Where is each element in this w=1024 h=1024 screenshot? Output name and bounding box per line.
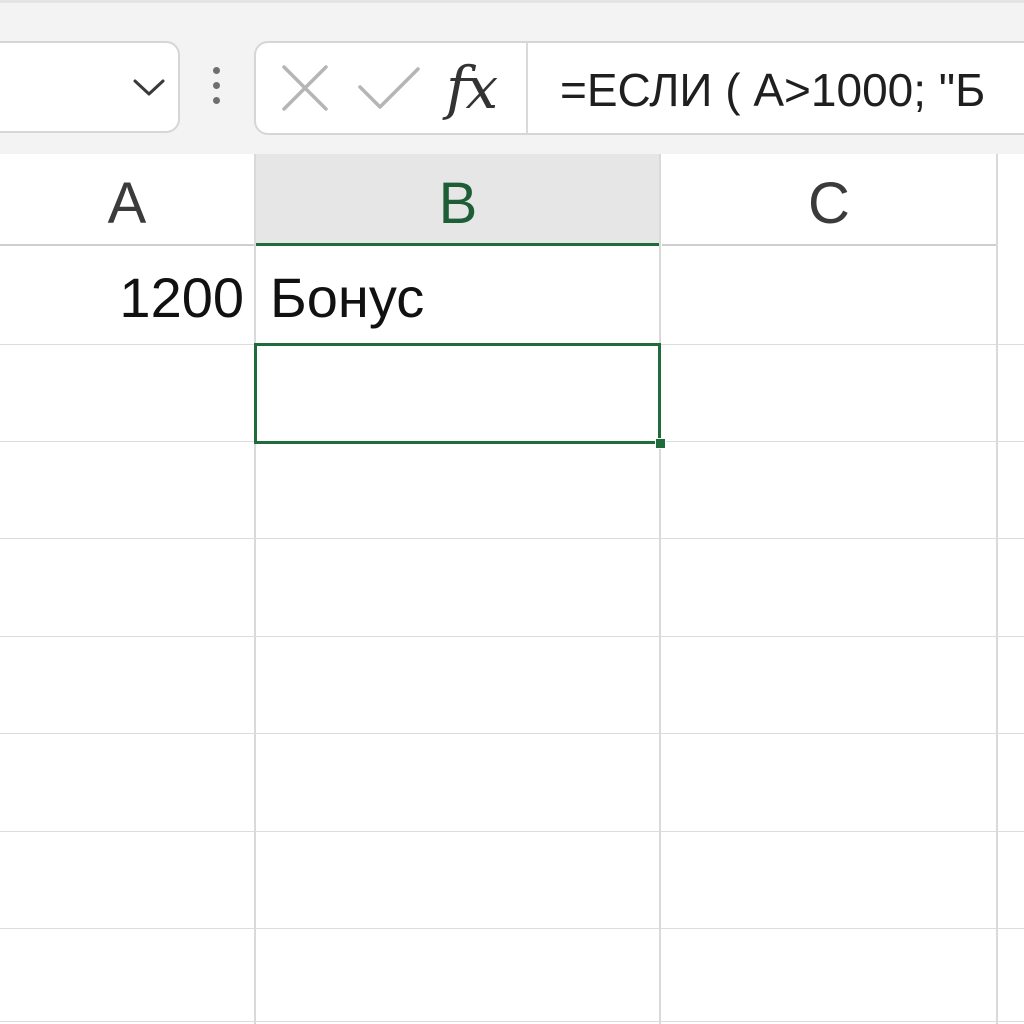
row-gridline — [0, 636, 1024, 637]
cell-b1[interactable]: Бонус — [270, 250, 424, 346]
chevron-down-icon[interactable] — [132, 77, 166, 97]
fill-handle[interactable] — [655, 438, 666, 449]
row-gridline — [0, 1021, 1024, 1022]
column-header-a[interactable]: A — [0, 154, 254, 246]
active-cell-b2[interactable] — [254, 343, 661, 444]
spreadsheet-window: fx =ЕСЛИ ( A>1000; "Б A B C 1200 Бонус — [0, 0, 1024, 1024]
cell-a1[interactable]: 1200 — [0, 250, 244, 346]
formula-input[interactable]: =ЕСЛИ ( A>1000; "Б — [560, 43, 985, 133]
formula-box: fx =ЕСЛИ ( A>1000; "Б — [254, 41, 1024, 135]
row-gridline — [0, 831, 1024, 832]
drag-handle-icon[interactable] — [208, 67, 224, 111]
name-box[interactable] — [0, 41, 180, 133]
insert-function-button[interactable]: fx — [446, 45, 498, 131]
row-gridline — [0, 733, 1024, 734]
formula-bar: fx =ЕСЛИ ( A>1000; "Б — [0, 0, 1024, 154]
column-separator — [659, 154, 661, 1024]
check-icon[interactable] — [356, 65, 422, 111]
column-separator — [996, 154, 998, 1024]
column-header-c[interactable]: C — [662, 154, 996, 246]
column-header-b[interactable]: B — [256, 154, 660, 246]
close-icon[interactable] — [280, 63, 330, 113]
row-gridline — [0, 538, 1024, 539]
formula-divider — [526, 43, 528, 133]
column-separator — [254, 154, 256, 1024]
row-gridline — [0, 928, 1024, 929]
